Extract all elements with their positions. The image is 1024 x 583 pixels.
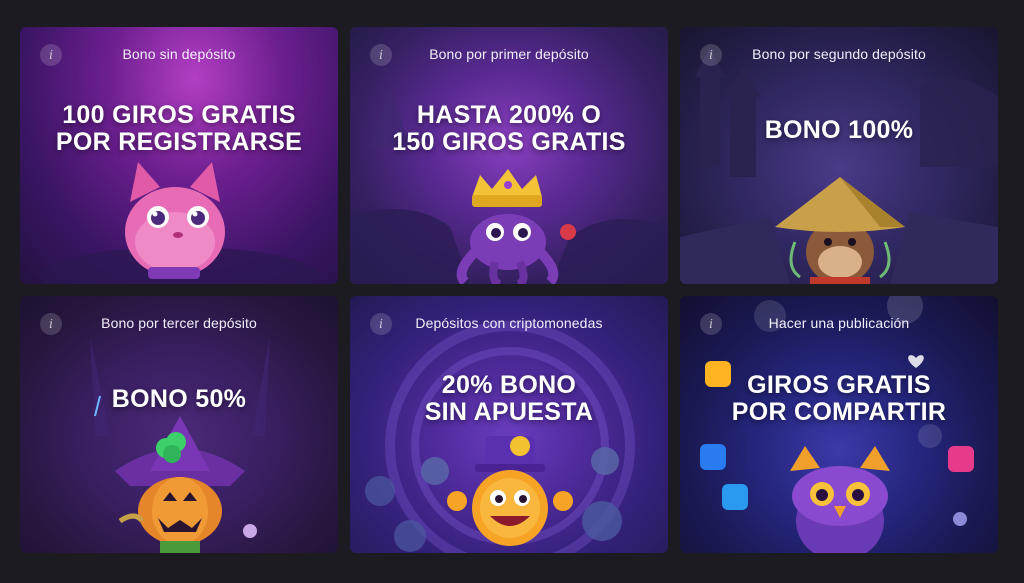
bonus-grid: i Bono sin depósito 100 GIROS GRATIS POR…: [20, 27, 998, 553]
card-subtitle: Bono por tercer depósito: [101, 315, 257, 331]
card-subtitle: Hacer una publicación: [768, 315, 910, 331]
bonus-card-share-post[interactable]: i Hacer una publicación GIROS GRATIS POR…: [680, 296, 998, 553]
card-subtitle: Bono por segundo depósito: [752, 46, 926, 62]
card-subtitle: Bono sin depósito: [122, 46, 236, 62]
headline-line-1: 100 GIROS GRATIS: [62, 101, 296, 129]
pumpkin-witch-illustration: [90, 336, 270, 553]
bonus-card-third-deposit[interactable]: i Bono por tercer depósito BONO 50%: [20, 296, 338, 553]
headline-line-1: GIROS GRATIS: [747, 371, 931, 399]
bonus-card-crypto-deposit[interactable]: i Depósitos con criptomonedas 20% BONO S…: [350, 296, 668, 553]
headline-line-2: 150 GIROS GRATIS: [392, 128, 626, 156]
card-subtitle: Bono por primer depósito: [429, 46, 589, 62]
bonus-card-no-deposit[interactable]: i Bono sin depósito 100 GIROS GRATIS POR…: [20, 27, 338, 284]
card-subtitle: Depósitos con criptomonedas: [415, 315, 603, 331]
card-headline: 100 GIROS GRATIS POR REGISTRARSE: [30, 102, 328, 156]
headline-line-1: 20% BONO: [441, 371, 577, 399]
card-headline: HASTA 200% O 150 GIROS GRATIS: [360, 102, 658, 156]
card-headline: BONO 100%: [690, 117, 988, 144]
bonus-card-second-deposit[interactable]: i Bono por segundo depósito BONO 100%: [680, 27, 998, 284]
headline-line-1: BONO 100%: [764, 116, 914, 144]
card-headline: GIROS GRATIS POR COMPARTIR: [690, 372, 988, 426]
headline-line-2: POR COMPARTIR: [731, 398, 947, 426]
card-headline: BONO 50%: [30, 386, 328, 413]
card-headline: 20% BONO SIN APUESTA: [360, 372, 658, 426]
headline-line-2: POR REGISTRARSE: [55, 128, 303, 156]
headline-line-1: HASTA 200% O: [416, 101, 602, 129]
bonus-card-first-deposit[interactable]: i Bono por primer depósito HASTA 200% O …: [350, 27, 668, 284]
samurai-dog-illustration: [680, 47, 998, 284]
headline-line-1: BONO 50%: [111, 385, 247, 413]
headline-line-2: SIN APUESTA: [424, 398, 594, 426]
